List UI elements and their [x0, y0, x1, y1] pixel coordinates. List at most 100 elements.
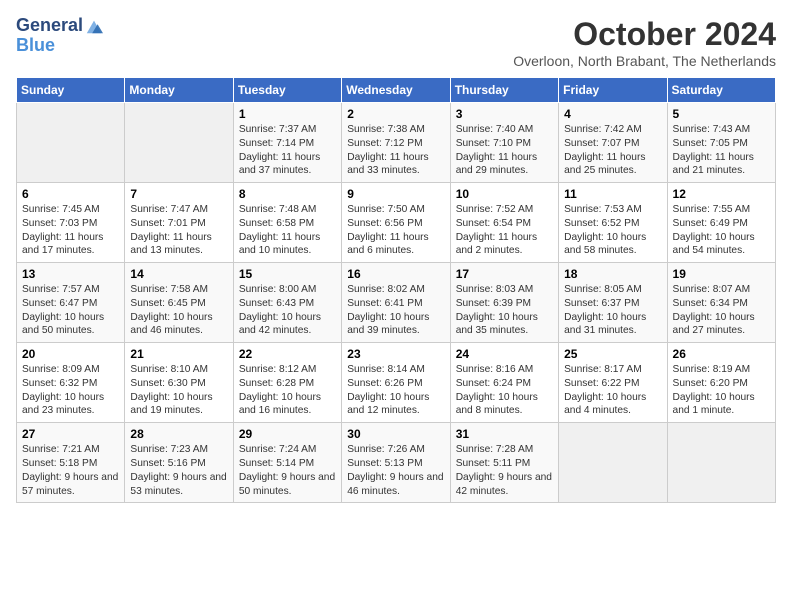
day-number: 4 [564, 107, 661, 121]
day-info-line: Sunset: 6:41 PM [347, 298, 422, 309]
day-number: 12 [673, 187, 770, 201]
day-info-line: Daylight: 11 hours and 33 minutes. [347, 152, 428, 177]
day-number: 3 [456, 107, 553, 121]
day-info-line: Sunset: 5:14 PM [239, 458, 314, 469]
header-thursday: Thursday [450, 78, 558, 103]
calendar-table: Sunday Monday Tuesday Wednesday Thursday… [16, 77, 776, 503]
day-info-line: Sunrise: 8:16 AM [456, 364, 534, 375]
day-info: Sunrise: 8:19 AM Sunset: 6:20 PM Daylight:… [673, 363, 770, 418]
day-info-line: Sunset: 6:22 PM [564, 378, 639, 389]
day-info-line: Sunset: 7:07 PM [564, 138, 639, 149]
calendar-cell: 10Sunrise: 7:52 AMSunset: 6:54 PMDayligh… [450, 183, 558, 263]
day-info: Sunrise: 7:58 AMSunset: 6:45 PMDaylight:… [130, 283, 227, 338]
day-info: Sunrise: 8:02 AMSunset: 6:41 PMDaylight:… [347, 283, 444, 338]
day-info-line: Sunset: 6:34 PM [673, 298, 748, 309]
calendar-cell: 16 Sunrise: 8:02 AMSunset: 6:41 PMDayligh… [342, 263, 450, 343]
day-info: Sunrise: 8:07 AMSunset: 6:34 PMDaylight:… [673, 283, 770, 338]
header: General Blue October 2024 Overloon, Nort… [16, 16, 776, 69]
calendar-cell: 9Sunrise: 7:50 AMSunset: 6:56 PMDaylight… [342, 183, 450, 263]
calendar-cell: 6 Sunrise: 7:45 AM Sunset: 7:03 PM Daylight… [17, 183, 125, 263]
day-info-line: Sunset: 6:20 PM [673, 378, 748, 389]
day-info-line: Sunrise: 7:42 AM [564, 124, 642, 135]
calendar-cell: 7Sunrise: 7:47 AMSunset: 7:01 PMDaylight… [125, 183, 233, 263]
day-number: 30 [347, 427, 444, 441]
day-info-line: Daylight: 9 hours and 42 minutes. [456, 472, 552, 497]
calendar-cell: 2Sunrise: 7:38 AMSunset: 7:12 PMDaylight… [342, 103, 450, 183]
day-info-line: Sunrise: 7:45 AM [22, 204, 100, 215]
page: General Blue October 2024 Overloon, Nort… [0, 0, 792, 513]
day-info-line: Sunrise: 8:00 AM [239, 284, 317, 295]
header-tuesday: Tuesday [233, 78, 341, 103]
logo-text-line2: Blue [16, 36, 55, 56]
day-info-line: Daylight: 10 hours and 54 minutes. [673, 232, 755, 257]
day-info-line: Daylight: 10 hours and 12 minutes. [347, 392, 429, 417]
calendar-cell: 31Sunrise: 7:28 AMSunset: 5:11 PMDayligh… [450, 423, 558, 503]
day-info-line: Daylight: 9 hours and 46 minutes. [347, 472, 443, 497]
day-info-line: Sunset: 6:30 PM [130, 378, 205, 389]
day-info-line: Sunrise: 7:24 AM [239, 444, 317, 455]
day-info-line: Daylight: 10 hours and 16 minutes. [239, 392, 321, 417]
day-info-line: Daylight: 10 hours and 27 minutes. [673, 312, 755, 337]
header-sunday: Sunday [17, 78, 125, 103]
day-info-line: Sunset: 6:39 PM [456, 298, 531, 309]
calendar-week-row-2: 6 Sunrise: 7:45 AM Sunset: 7:03 PM Daylight… [17, 183, 776, 263]
day-info-line: Sunset: 6:32 PM [22, 378, 97, 389]
day-info-line: Sunrise: 7:53 AM [564, 204, 642, 215]
day-info-line: Daylight: 10 hours and 46 minutes. [130, 312, 212, 337]
day-info-line: Daylight: 10 hours and 39 minutes. [347, 312, 429, 337]
day-info: Sunrise: 8:12 AMSunset: 6:28 PMDaylight:… [239, 363, 336, 418]
day-info-line: Sunset: 6:37 PM [564, 298, 639, 309]
day-info-line: Daylight: 10 hours and 31 minutes. [564, 312, 646, 337]
day-info-line: Sunset: 7:03 PM [22, 218, 97, 229]
day-info-line: Sunset: 7:01 PM [130, 218, 205, 229]
day-info-line: Daylight: 10 hours and 19 minutes. [130, 392, 212, 417]
day-info-line: Sunset: 5:16 PM [130, 458, 205, 469]
day-info-line: Daylight: 10 hours and 1 minute. [673, 392, 755, 417]
calendar-cell: 1Sunrise: 7:37 AMSunset: 7:14 PMDaylight… [233, 103, 341, 183]
calendar-cell [17, 103, 125, 183]
calendar-cell: 25Sunrise: 8:17 AMSunset: 6:22 PMDayligh… [559, 343, 667, 423]
day-info: Sunrise: 7:37 AMSunset: 7:14 PMDaylight:… [239, 123, 336, 178]
day-number: 20 [22, 347, 119, 361]
day-number: 5 [673, 107, 770, 121]
day-info-line: Sunset: 7:10 PM [456, 138, 531, 149]
day-info-line: Sunrise: 7:37 AM [239, 124, 317, 135]
day-number: 14 [130, 267, 227, 281]
day-number: 11 [564, 187, 661, 201]
day-info: Sunrise: 7:42 AM Sunset: 7:07 PM Daylight:… [564, 123, 661, 178]
header-wednesday: Wednesday [342, 78, 450, 103]
header-friday: Friday [559, 78, 667, 103]
calendar-cell: 29Sunrise: 7:24 AMSunset: 5:14 PMDayligh… [233, 423, 341, 503]
day-info-line: Daylight: 11 hours and 25 minutes. [564, 152, 645, 177]
location: Overloon, North Brabant, The Netherlands [513, 53, 776, 69]
day-number: 6 [22, 187, 119, 201]
day-info-line: Sunset: 6:47 PM [22, 298, 97, 309]
day-info-line: Sunset: 5:13 PM [347, 458, 422, 469]
day-info: Sunrise: 8:16 AMSunset: 6:24 PMDaylight:… [456, 363, 553, 418]
calendar-cell: 20Sunrise: 8:09 AMSunset: 6:32 PMDayligh… [17, 343, 125, 423]
calendar-cell: 21Sunrise: 8:10 AMSunset: 6:30 PMDayligh… [125, 343, 233, 423]
day-info: Sunrise: 7:50 AMSunset: 6:56 PMDaylight:… [347, 203, 444, 258]
day-info-line: Daylight: 11 hours and 17 minutes. [22, 232, 103, 257]
title-block: October 2024 Overloon, North Brabant, Th… [513, 16, 776, 69]
day-number: 18 [564, 267, 661, 281]
day-number: 7 [130, 187, 227, 201]
calendar-cell [559, 423, 667, 503]
day-info-line: Sunrise: 8:10 AM [130, 364, 208, 375]
day-info-line: Daylight: 10 hours and 58 minutes. [564, 232, 646, 257]
calendar-cell: 12Sunrise: 7:55 AMSunset: 6:49 PMDayligh… [667, 183, 775, 263]
day-info: Sunrise: 8:17 AMSunset: 6:22 PMDaylight:… [564, 363, 661, 418]
day-info-line: Sunrise: 7:23 AM [130, 444, 208, 455]
day-info-line: Sunrise: 7:26 AM [347, 444, 425, 455]
day-number: 16 [347, 267, 444, 281]
day-info-line: Daylight: 11 hours and 2 minutes. [456, 232, 537, 257]
day-info-line: Daylight: 10 hours and 42 minutes. [239, 312, 321, 337]
calendar-cell: 23Sunrise: 8:14 AMSunset: 6:26 PMDayligh… [342, 343, 450, 423]
day-info-line: Sunrise: 8:19 AM [673, 364, 751, 375]
day-info-line: Sunrise: 8:03 AM [456, 284, 534, 295]
calendar-week-row-5: 27Sunrise: 7:21 AMSunset: 5:18 PMDayligh… [17, 423, 776, 503]
day-number: 19 [673, 267, 770, 281]
day-info-line: Sunset: 6:52 PM [564, 218, 639, 229]
calendar-cell: 11 Sunrise: 7:53 AM Sunset: 6:52 PM Dayligh… [559, 183, 667, 263]
day-info-line: Sunrise: 7:58 AM [130, 284, 208, 295]
